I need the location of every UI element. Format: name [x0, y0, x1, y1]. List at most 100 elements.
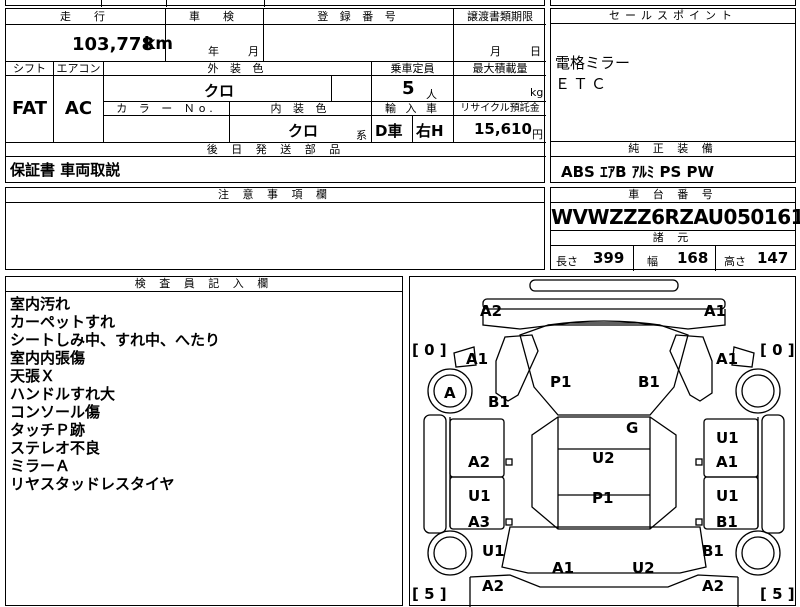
note-line: 天張Ｘ — [10, 367, 56, 385]
mark-right-u1-b: U1 — [716, 487, 739, 505]
equipment-box: 純 正 装 備 ABS ｴｱB ｱﾙﾐ PS PW — [550, 141, 796, 183]
note-line: ハンドルすれ大 — [10, 385, 116, 403]
mark-left-a2: A2 — [468, 453, 490, 471]
equipment-label: 純 正 装 備 — [551, 142, 795, 157]
transfer-deadline-label: 譲渡書類期限 — [454, 9, 546, 25]
length-value: 399 — [593, 249, 625, 267]
height-value: 147 — [757, 249, 789, 267]
seats-value: 5 — [402, 78, 415, 99]
tire-tread-fr: [ 0 ] — [760, 341, 795, 359]
inspector-notes-box: 検 査 員 記 入 欄 室内汚れ カーペットすれ シートしみ中、すれ中、へたり … — [5, 276, 403, 606]
inspector-notes-label: 検 査 員 記 入 欄 — [6, 277, 402, 292]
top-cut-strip — [5, 0, 545, 7]
mark-front-right: A1 — [704, 302, 726, 320]
note-line: カーペットすれ — [10, 313, 116, 331]
load-label: 最大積載量 — [454, 61, 546, 76]
width-value: 168 — [677, 249, 709, 267]
ext-color-label: 外 装 色 — [104, 61, 372, 76]
width-label: 幅 — [647, 255, 658, 268]
note-line: コンソール傷 — [10, 403, 101, 421]
shift-value: FAT — [6, 76, 54, 142]
mark-right-a1-b: A1 — [716, 453, 738, 471]
later-parts-value: 保証書 車両取説 — [10, 161, 121, 179]
inspector-notes-list: 室内汚れ カーペットすれ シートしみ中、すれ中、へたり 室内内張傷 天張Ｘ ハン… — [10, 295, 220, 493]
tire-tread-rl: [ 5 ] — [412, 585, 447, 603]
mark-bottom-u2: U2 — [632, 559, 655, 577]
mark-center-p1: P1 — [592, 489, 613, 507]
mark-left-u1: U1 — [468, 487, 491, 505]
dimensions-box: 諸 元 長さ 399 幅 168 高さ 147 — [550, 230, 796, 271]
mark-left-a3: A3 — [468, 513, 490, 531]
transfer-month: 月 — [490, 45, 501, 58]
sales-point-item: 電格ミラー — [555, 54, 631, 72]
note-line: タッチＰ跡 — [10, 421, 86, 439]
mark-bottom-a1: A1 — [552, 559, 574, 577]
mark-top-b1: B1 — [638, 373, 660, 391]
length-label: 長さ — [556, 255, 578, 268]
mark-front-left: A2 — [480, 302, 502, 320]
load-unit: kg — [530, 86, 544, 99]
sales-point-item: ＥＴＣ — [555, 75, 610, 93]
mark-wheel-a: A — [444, 384, 456, 402]
dimensions-label: 諸 元 — [551, 231, 795, 246]
caution-label: 注 意 事 項 欄 — [6, 188, 544, 203]
note-line: ミラーＡ — [10, 457, 71, 475]
ext-color-value: クロ — [204, 82, 235, 100]
chassis-value: WVWZZZ6RZAU050161 — [551, 205, 800, 229]
seats-unit: 人 — [426, 88, 437, 101]
equipment-value: ABS ｴｱB ｱﾙﾐ PS PW — [561, 163, 715, 181]
note-line: 室内内張傷 — [10, 349, 86, 367]
int-color-value: クロ — [288, 122, 319, 140]
sales-points-box: セールスポイント 電格ミラー ＥＴＣ — [550, 8, 796, 142]
registration-label: 登 録 番 号 — [264, 9, 454, 25]
note-line: ステレオ不良 — [10, 439, 101, 457]
transfer-day: 日 — [530, 45, 541, 58]
recycle-unit: 円 — [532, 128, 543, 141]
mark-right-b1-b: B1 — [716, 513, 738, 531]
mark-left-u1-low: U1 — [482, 542, 505, 560]
int-color-label: 内 装 色 — [230, 101, 372, 116]
mark-top-p1: P1 — [550, 373, 571, 391]
import-label: 輸 入 車 — [372, 101, 454, 116]
caution-box: 注 意 事 項 欄 — [5, 187, 545, 270]
recycle-value: 15,610 — [474, 120, 532, 138]
int-color-unit: 系 — [356, 129, 367, 142]
note-line: シートしみ中、すれ中、へたり — [10, 331, 221, 349]
mileage-value: 103,778 — [72, 34, 154, 55]
import-value-1: D車 — [375, 122, 403, 140]
color-no-label: カ ラ ー Ｎo. — [104, 101, 230, 116]
inspection-year: 年 — [208, 45, 219, 58]
mark-left-b1: B1 — [488, 393, 510, 411]
car-diagram-box: A2 A1 [ 0 ] [ 0 ] A1 A1 A B1 P1 B1 G U2 … — [409, 276, 796, 607]
inspection-label: 車 検 — [166, 9, 264, 25]
mark-g: G — [626, 419, 638, 437]
chassis-label: 車 台 番 号 — [551, 188, 795, 203]
registration-value — [264, 25, 454, 61]
note-line: 室内汚れ — [10, 295, 71, 313]
mark-right-b1-low: B1 — [702, 542, 724, 560]
recycle-label: リサイクル預託金 — [454, 101, 546, 116]
vehicle-info-table: 走 行 車 検 登 録 番 号 譲渡書類期限 103,778 km 年 月 月 … — [5, 8, 546, 183]
mark-center-u2: U2 — [592, 449, 615, 467]
mark-right-a1: A1 — [716, 350, 738, 368]
chassis-box: 車 台 番 号 WVWZZZ6RZAU050161 — [550, 187, 800, 231]
mark-rear-right: A2 — [702, 577, 724, 595]
shift-label: シフト — [6, 61, 54, 76]
later-parts-label: 後 日 発 送 部 品 — [6, 142, 546, 157]
inspection-month: 月 — [248, 45, 259, 58]
sales-points-label: セールスポイント — [551, 9, 795, 24]
mark-rear-left: A2 — [482, 577, 504, 595]
sales-points-list: 電格ミラー ＥＴＣ — [555, 53, 630, 95]
car-diagram: A2 A1 [ 0 ] [ 0 ] A1 A1 A B1 P1 B1 G U2 … — [412, 279, 795, 607]
height-label: 高さ — [724, 255, 746, 268]
tire-tread-fl: [ 0 ] — [412, 341, 447, 359]
aircon-value: AC — [54, 76, 104, 142]
mark-right-u1-a: U1 — [716, 429, 739, 447]
mark-left-a1: A1 — [466, 350, 488, 368]
import-value-2: 右H — [416, 122, 444, 140]
seats-label: 乗車定員 — [372, 61, 454, 76]
top-cut-strip-right — [550, 0, 796, 6]
aircon-label: エアコン — [54, 61, 104, 76]
mileage-label: 走 行 — [6, 9, 166, 25]
note-line: リヤスタッドレスタイヤ — [10, 475, 175, 493]
